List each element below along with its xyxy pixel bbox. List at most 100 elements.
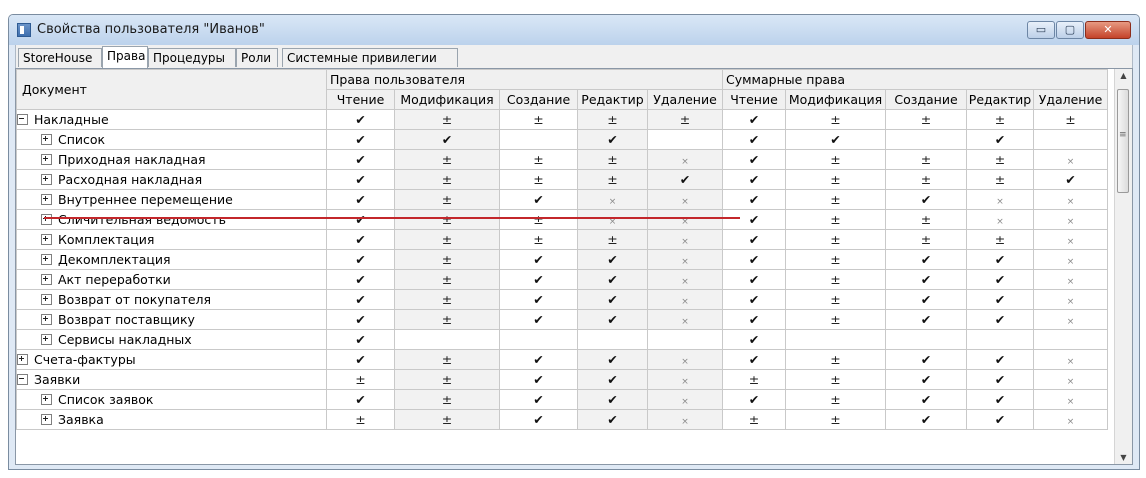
- permission-cell[interactable]: ✔: [499, 249, 578, 270]
- permission-cell[interactable]: ×: [1033, 349, 1108, 370]
- column-header-total-edit[interactable]: Редактир: [966, 89, 1034, 110]
- permission-cell[interactable]: ±: [885, 169, 967, 190]
- table-row[interactable]: Заявка ± ± ✔ ✔ × ± ± ✔ ✔ ×: [16, 409, 1108, 430]
- column-header-total-delete[interactable]: Удаление: [1033, 89, 1108, 110]
- permission-cell[interactable]: ✔: [966, 269, 1034, 290]
- permission-cell[interactable]: ±: [785, 409, 886, 430]
- permission-cell[interactable]: [1033, 129, 1108, 150]
- permission-cell[interactable]: ✔: [326, 149, 395, 170]
- permission-cell[interactable]: ×: [1033, 289, 1108, 310]
- permission-cell[interactable]: ±: [785, 369, 886, 390]
- table-row[interactable]: Приходная накладная ✔ ± ± ± × ✔ ± ± ± ×: [16, 149, 1108, 170]
- column-header-total-modify[interactable]: Модификация: [785, 89, 886, 110]
- permission-cell[interactable]: ✔: [722, 169, 786, 190]
- row-document-name[interactable]: Счета-фактуры: [16, 349, 327, 370]
- permission-cell[interactable]: ✔: [1033, 169, 1108, 190]
- collapse-minus-icon[interactable]: [17, 114, 28, 125]
- permission-cell[interactable]: ±: [394, 149, 500, 170]
- permission-cell[interactable]: [966, 329, 1034, 350]
- permission-cell[interactable]: ±: [577, 109, 648, 130]
- permission-cell[interactable]: ✔: [722, 329, 786, 350]
- permission-cell[interactable]: ✔: [885, 289, 967, 310]
- row-document-name[interactable]: Список заявок: [16, 389, 327, 410]
- permission-cell[interactable]: ✔: [577, 349, 648, 370]
- permission-cell[interactable]: ✔: [326, 209, 395, 230]
- permission-cell[interactable]: ±: [785, 209, 886, 230]
- permission-cell[interactable]: ±: [647, 109, 723, 130]
- row-document-name[interactable]: Список: [16, 129, 327, 150]
- permission-cell[interactable]: ✔: [326, 169, 395, 190]
- permission-cell[interactable]: ×: [647, 409, 723, 430]
- row-document-name[interactable]: Приходная накладная: [16, 149, 327, 170]
- permission-cell[interactable]: ✔: [577, 129, 648, 150]
- permission-cell[interactable]: ±: [577, 149, 648, 170]
- permission-cell[interactable]: ✔: [577, 389, 648, 410]
- permission-cell[interactable]: ±: [885, 109, 967, 130]
- permission-cell[interactable]: ✔: [722, 289, 786, 310]
- permission-cell[interactable]: ✔: [885, 409, 967, 430]
- expand-plus-icon[interactable]: [41, 234, 52, 245]
- permission-cell[interactable]: ±: [885, 149, 967, 170]
- permission-cell[interactable]: ±: [785, 229, 886, 250]
- permission-cell[interactable]: ±: [966, 109, 1034, 130]
- permission-cell[interactable]: ✔: [966, 249, 1034, 270]
- permission-cell[interactable]: ✔: [966, 349, 1034, 370]
- permission-cell[interactable]: ±: [885, 209, 967, 230]
- permission-cell[interactable]: ×: [647, 149, 723, 170]
- permission-cell[interactable]: ×: [1033, 369, 1108, 390]
- permission-cell[interactable]: ±: [885, 229, 967, 250]
- permission-cell[interactable]: ±: [577, 229, 648, 250]
- permission-cell[interactable]: ±: [966, 169, 1034, 190]
- permission-cell[interactable]: [647, 129, 723, 150]
- row-document-name[interactable]: Внутреннее перемещение: [16, 189, 327, 210]
- row-document-name[interactable]: Накладные: [16, 109, 327, 130]
- row-document-name[interactable]: Расходная накладная: [16, 169, 327, 190]
- permission-cell[interactable]: ±: [785, 189, 886, 210]
- column-header-document[interactable]: Документ: [16, 69, 327, 110]
- expand-plus-icon[interactable]: [41, 214, 52, 225]
- table-row[interactable]: Накладные ✔ ± ± ± ± ✔ ± ± ± ±: [16, 109, 1108, 130]
- permission-cell[interactable]: ±: [394, 229, 500, 250]
- permission-cell[interactable]: ×: [1033, 389, 1108, 410]
- row-document-name[interactable]: Возврат от покупателя: [16, 289, 327, 310]
- permission-cell[interactable]: [577, 329, 648, 350]
- row-document-name[interactable]: Возврат поставщику: [16, 309, 327, 330]
- expand-plus-icon[interactable]: [17, 354, 28, 365]
- permission-cell[interactable]: ±: [785, 349, 886, 370]
- permission-cell[interactable]: ±: [394, 409, 500, 430]
- permission-cell[interactable]: ×: [647, 269, 723, 290]
- permission-cell[interactable]: ×: [966, 189, 1034, 210]
- permission-cell[interactable]: ✔: [577, 269, 648, 290]
- table-row[interactable]: Расходная накладная ✔ ± ± ± ✔ ✔ ± ± ± ✔: [16, 169, 1108, 190]
- permission-cell[interactable]: [499, 129, 578, 150]
- permission-cell[interactable]: ±: [394, 369, 500, 390]
- permission-cell[interactable]: ±: [1033, 109, 1108, 130]
- table-row[interactable]: Список ✔ ✔ ✔ ✔ ✔ ✔: [16, 129, 1108, 150]
- permission-cell[interactable]: ✔: [966, 309, 1034, 330]
- permission-cell[interactable]: ×: [1033, 269, 1108, 290]
- table-row[interactable]: Сличительная ведомость ✔ ± ± × × ✔ ± ± × ×: [16, 209, 1108, 230]
- permission-cell[interactable]: ✔: [647, 169, 723, 190]
- expand-plus-icon[interactable]: [41, 134, 52, 145]
- table-row[interactable]: Возврат поставщику ✔ ± ✔ ✔ × ✔ ± ✔ ✔ ×: [16, 309, 1108, 330]
- minimize-button[interactable]: ▭: [1027, 21, 1055, 39]
- permission-cell[interactable]: ×: [647, 289, 723, 310]
- permission-cell[interactable]: ✔: [785, 129, 886, 150]
- table-row[interactable]: Заявки ± ± ✔ ✔ × ± ± ✔ ✔ ×: [16, 369, 1108, 390]
- permission-cell[interactable]: ✔: [722, 229, 786, 250]
- permission-cell[interactable]: ±: [394, 309, 500, 330]
- permission-cell[interactable]: ×: [1033, 209, 1108, 230]
- permission-cell[interactable]: ✔: [499, 289, 578, 310]
- permission-cell[interactable]: ×: [1033, 409, 1108, 430]
- column-header-read[interactable]: Чтение: [326, 89, 395, 110]
- column-header-total-create[interactable]: Создание: [885, 89, 967, 110]
- permission-cell[interactable]: [885, 129, 967, 150]
- expand-plus-icon[interactable]: [41, 174, 52, 185]
- permission-cell[interactable]: ±: [394, 389, 500, 410]
- expand-plus-icon[interactable]: [41, 394, 52, 405]
- expand-plus-icon[interactable]: [41, 154, 52, 165]
- permission-cell[interactable]: ±: [394, 269, 500, 290]
- permission-cell[interactable]: ×: [966, 209, 1034, 230]
- tab-roles[interactable]: Роли: [236, 48, 278, 67]
- table-row[interactable]: Декомплектация ✔ ± ✔ ✔ × ✔ ± ✔ ✔ ×: [16, 249, 1108, 270]
